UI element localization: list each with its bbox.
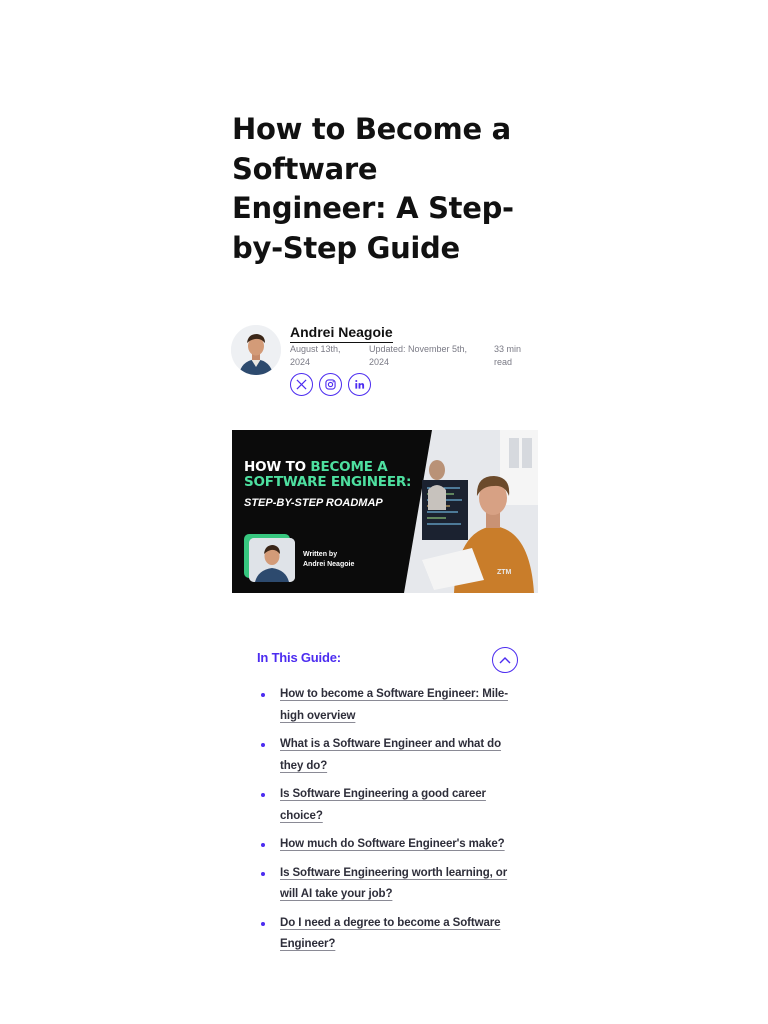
toc-bullet	[261, 871, 265, 876]
article-page: How to Become a Software Engineer: A Ste…	[0, 0, 768, 1024]
author-block: Andrei Neagoie August 13th, 2024 Updated…	[231, 322, 531, 400]
toc-link[interactable]: Is Software Engineering a good career ch…	[280, 788, 486, 822]
toc-item: What is a Software Engineer and what do …	[258, 734, 508, 778]
linkedin-icon	[355, 380, 365, 389]
toc-item: Is Software Engineering worth learning, …	[258, 863, 508, 907]
toc-link[interactable]: How much do Software Engineer's make?	[280, 838, 505, 850]
linkedin-social-button[interactable]	[348, 373, 371, 396]
hero-headline-line2: SOFTWARE ENGINEER:	[244, 474, 412, 490]
published-date: August 13th, 2024	[290, 344, 341, 367]
toc-title: In This Guide:	[257, 650, 341, 665]
hero-author-photo	[249, 538, 295, 582]
toc-list: How to become a Software Engineer: Mile-…	[258, 684, 508, 963]
hero-headline-plain: HOW TO	[244, 459, 311, 475]
toc-item: Do I need a degree to become a Software …	[258, 913, 508, 957]
toc-bullet	[261, 921, 265, 926]
hero-subtitle: STEP-BY-STEP ROADMAP	[244, 497, 383, 509]
hero-headline-line1: HOW TO BECOME A	[244, 459, 388, 475]
x-social-button[interactable]	[290, 373, 313, 396]
updated-date: Updated: November 5th, 2024	[369, 344, 468, 367]
toc-bullet	[261, 793, 265, 798]
toc-bullet	[261, 843, 265, 848]
hero-written-by-author: Andrei Neagoie	[303, 561, 355, 568]
x-icon	[296, 379, 307, 390]
toc-link[interactable]: Do I need a degree to become a Software …	[280, 917, 501, 951]
toc-link[interactable]: Is Software Engineering worth learning, …	[280, 867, 507, 901]
toc-collapse-button[interactable]	[492, 647, 518, 673]
toc-bullet	[261, 693, 265, 697]
hero-written-by-label: Written by	[303, 551, 338, 558]
instagram-icon	[325, 379, 336, 390]
author-name-link[interactable]: Andrei Neagoie	[290, 324, 393, 343]
hero-headline-highlight: BECOME A	[310, 459, 388, 475]
hero-image: HOW TO BECOME A SOFTWARE ENGINEER: STEP-…	[232, 430, 538, 593]
toc-item: How much do Software Engineer's make?	[258, 834, 508, 856]
toc-bullet	[261, 743, 265, 748]
instagram-social-button[interactable]	[319, 373, 342, 396]
read-time: 33 min read	[494, 344, 522, 367]
ztm-logo: ZTM	[497, 569, 512, 576]
toc-item: How to become a Software Engineer: Mile-…	[258, 684, 508, 728]
author-avatar[interactable]	[231, 325, 281, 375]
toc-link[interactable]: How to become a Software Engineer: Mile-…	[280, 688, 508, 722]
toc-link[interactable]: What is a Software Engineer and what do …	[280, 738, 501, 772]
toc-item: Is Software Engineering a good career ch…	[258, 784, 508, 828]
hero-written-by: Written by Andrei Neagoie	[303, 550, 354, 570]
author-socials	[290, 373, 371, 396]
article-title: How to Become a Software Engineer: A Ste…	[232, 112, 514, 265]
chevron-up-icon	[499, 657, 511, 664]
